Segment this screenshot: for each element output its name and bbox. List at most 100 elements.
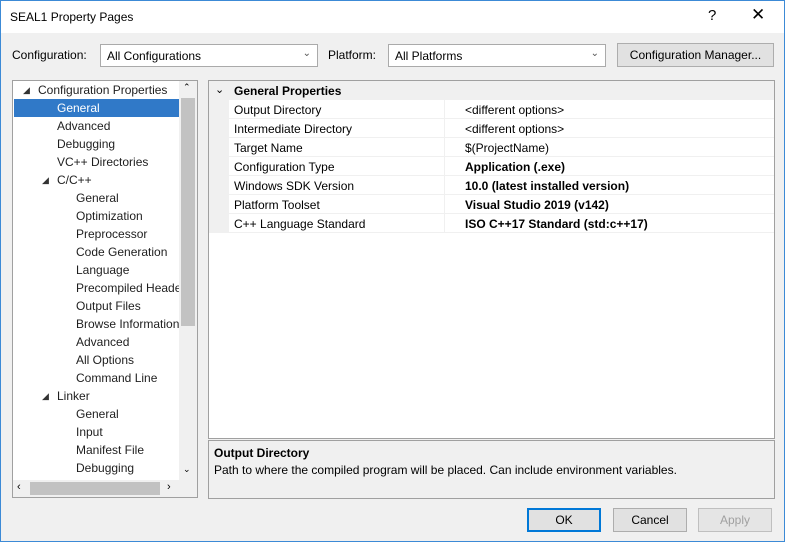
property-value[interactable]: <different options>	[465, 103, 564, 117]
tree-item[interactable]: Input	[13, 423, 179, 441]
scroll-down-icon[interactable]: ⌄	[183, 464, 191, 475]
property-value[interactable]: $(ProjectName)	[465, 141, 549, 155]
description-panel: Output Directory Path to where the compi…	[208, 440, 775, 499]
tree-item-label: Debugging	[76, 461, 135, 475]
tree-item-label: Command Line	[76, 371, 158, 385]
tree-item[interactable]: Language	[13, 261, 179, 279]
column-divider	[444, 157, 445, 176]
property-name: C++ Language Standard	[234, 217, 366, 231]
property-name: Configuration Type	[234, 160, 335, 174]
configuration-select[interactable]: All Configurations ⌄	[100, 44, 318, 67]
tree-item-label: General	[76, 191, 119, 205]
tree-item[interactable]: Precompiled Headers	[13, 279, 191, 297]
property-name: Intermediate Directory	[234, 122, 353, 136]
property-grid: ⌄ General Properties Output Directory <di…	[208, 80, 775, 439]
grid-gutter	[209, 81, 229, 233]
tree-item[interactable]: General	[14, 99, 179, 117]
tree-item-label: Output Files	[76, 299, 141, 313]
tree-item-label: Debugging	[57, 137, 116, 151]
platform-value: All Platforms	[395, 49, 463, 63]
property-value[interactable]: Application (.exe)	[465, 160, 565, 174]
tree-item[interactable]: ◢ C/C++	[13, 171, 179, 189]
tree-item-label: Browse Information	[76, 317, 180, 331]
property-row[interactable]: Platform Toolset Visual Studio 2019 (v142…	[229, 195, 774, 214]
property-row[interactable]: Configuration Type Application (.exe)	[229, 157, 774, 176]
tree-item-label: All Options	[76, 353, 135, 367]
property-value[interactable]: <different options>	[465, 122, 564, 136]
close-button[interactable]: ✕	[751, 5, 765, 25]
expand-arrow-icon[interactable]: ◢	[42, 387, 49, 405]
collapse-chevron-icon[interactable]: ⌄	[215, 83, 224, 96]
tree-item[interactable]: ◢ Linker	[13, 387, 179, 405]
tree-item[interactable]: General	[13, 405, 179, 423]
ok-button[interactable]: OK	[527, 508, 601, 532]
tree-item[interactable]: All Options	[13, 351, 179, 369]
tree-item-label: Optimization	[76, 209, 143, 223]
tree-item[interactable]: Advanced	[13, 333, 179, 351]
property-name: Output Directory	[234, 103, 322, 117]
help-button[interactable]: ?	[708, 7, 716, 24]
property-value[interactable]: ISO C++17 Standard (std:c++17)	[465, 217, 648, 231]
scroll-left-icon[interactable]: ‹	[17, 481, 21, 493]
tree-item[interactable]: Optimization	[13, 207, 179, 225]
property-name: Target Name	[234, 141, 303, 155]
description-title: Output Directory	[214, 446, 310, 460]
cancel-button[interactable]: Cancel	[613, 508, 687, 532]
tree-item[interactable]: Code Generation	[13, 243, 179, 261]
property-value[interactable]: Visual Studio 2019 (v142)	[465, 198, 609, 212]
property-row[interactable]: C++ Language Standard ISO C++17 Standard …	[229, 214, 774, 233]
tree-item-label: Preprocessor	[76, 227, 148, 241]
expand-arrow-icon[interactable]: ◢	[42, 171, 49, 189]
tree-item[interactable]: ◢ Configuration Properties	[13, 81, 179, 99]
tree-item[interactable]: Command Line	[13, 369, 179, 387]
tree-item-label: Code Generation	[76, 245, 168, 259]
property-tree[interactable]: ◢ Configuration Properties General Advanced…	[12, 80, 198, 498]
tree-item-label: Linker	[57, 389, 90, 403]
vertical-scroll-thumb[interactable]	[181, 98, 195, 326]
tree-item[interactable]: Browse Information	[13, 315, 179, 333]
property-row[interactable]: Output Directory <different options>	[229, 100, 774, 119]
chevron-down-icon: ⌄	[302, 48, 311, 59]
scroll-up-icon[interactable]: ⌃	[183, 82, 191, 93]
tree-item-label: Input	[76, 425, 103, 439]
tree-item[interactable]: Preprocessor	[13, 225, 179, 243]
tree-item-label: Configuration Properties	[38, 83, 168, 97]
tree-item[interactable]: Advanced	[13, 117, 179, 135]
tree-item[interactable]: General	[13, 189, 179, 207]
tree-item[interactable]: Debugging	[13, 459, 179, 477]
expand-arrow-icon[interactable]: ◢	[23, 81, 30, 99]
title-bar: SEAL1 Property Pages ? ✕	[1, 1, 784, 33]
window-title: SEAL1 Property Pages	[10, 10, 134, 24]
property-row[interactable]: Intermediate Directory <different options…	[229, 119, 774, 138]
configuration-value: All Configurations	[107, 49, 202, 63]
tree-item-label: C/C++	[57, 173, 92, 187]
configuration-manager-button[interactable]: Configuration Manager...	[617, 43, 774, 67]
column-divider	[444, 176, 445, 195]
property-row[interactable]: Windows SDK Version 10.0 (latest installe…	[229, 176, 774, 195]
description-text: Path to where the compiled program will …	[214, 463, 677, 477]
tree-item[interactable]: Output Files	[13, 297, 179, 315]
horizontal-scroll-thumb[interactable]	[30, 482, 160, 495]
tree-item-label: General	[76, 407, 119, 421]
apply-button[interactable]: Apply	[698, 508, 772, 532]
property-row[interactable]: Target Name $(ProjectName)	[229, 138, 774, 157]
tree-item-label: Advanced	[57, 119, 111, 133]
tree-item-label: Precompiled Headers	[76, 281, 192, 295]
tree-item[interactable]: Debugging	[13, 135, 179, 153]
section-title: General Properties	[234, 84, 342, 98]
column-divider	[444, 119, 445, 138]
scroll-right-icon[interactable]: ›	[167, 481, 171, 493]
tree-item[interactable]: Manifest File	[13, 441, 179, 459]
configuration-label: Configuration:	[12, 48, 87, 62]
tree-item-label: Manifest File	[76, 443, 145, 457]
property-value[interactable]: 10.0 (latest installed version)	[465, 179, 629, 193]
tree-item[interactable]: VC++ Directories	[13, 153, 179, 171]
tree-item-label: Advanced	[76, 335, 130, 349]
platform-label: Platform:	[328, 48, 377, 62]
tree-item-label: VC++ Directories	[57, 155, 149, 169]
platform-select[interactable]: All Platforms ⌄	[388, 44, 606, 67]
column-divider	[444, 195, 445, 214]
tree-item-label: Language	[76, 263, 130, 277]
section-header[interactable]: ⌄ General Properties	[209, 81, 774, 100]
column-divider	[444, 214, 445, 233]
